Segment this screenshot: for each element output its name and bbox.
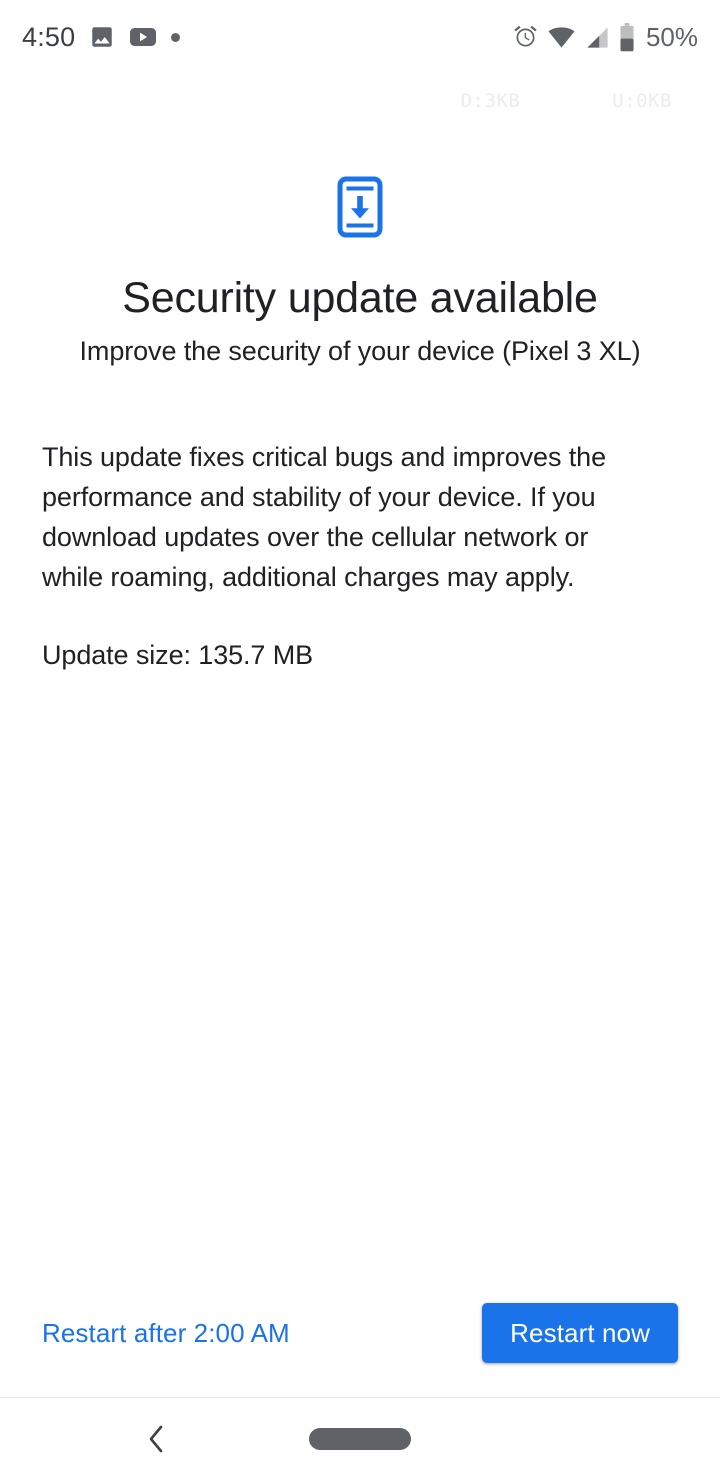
navigation-bar <box>0 1398 720 1480</box>
update-size-label: Update size: 135.7 MB <box>42 639 314 670</box>
alarm-icon <box>512 24 539 51</box>
wifi-icon <box>547 24 576 51</box>
battery-icon <box>619 22 635 52</box>
page-title: Security update available <box>122 274 598 322</box>
youtube-notification-icon <box>129 24 157 50</box>
status-bar-clock: 4:50 <box>22 21 76 52</box>
home-pill-handle[interactable] <box>309 1428 411 1450</box>
cellular-signal-icon <box>584 24 611 51</box>
restart-now-button[interactable]: Restart now <box>482 1303 678 1363</box>
update-icon-container <box>0 176 720 243</box>
action-bar: Restart after 2:00 AM Restart now <box>0 1303 720 1363</box>
more-notifications-dot <box>171 32 181 42</box>
status-bar-right: 50% <box>512 22 698 53</box>
status-bar-left: 4:50 <box>22 21 181 53</box>
update-description: This update fixes critical bugs and impr… <box>42 441 606 592</box>
page-subtitle: Improve the security of your device (Pix… <box>79 335 641 366</box>
restart-after-button[interactable]: Restart after 2:00 AM <box>42 1318 290 1349</box>
battery-percentage-label: 50% <box>645 21 698 52</box>
update-details: This update fixes critical bugs and impr… <box>0 437 720 675</box>
system-update-phone-download-icon <box>337 176 383 243</box>
status-bar: 4:50 50% <box>0 0 720 74</box>
update-screen-content: Security update available Improve the se… <box>0 74 720 675</box>
photo-notification-icon <box>89 24 115 50</box>
back-chevron-icon[interactable] <box>134 1416 180 1462</box>
